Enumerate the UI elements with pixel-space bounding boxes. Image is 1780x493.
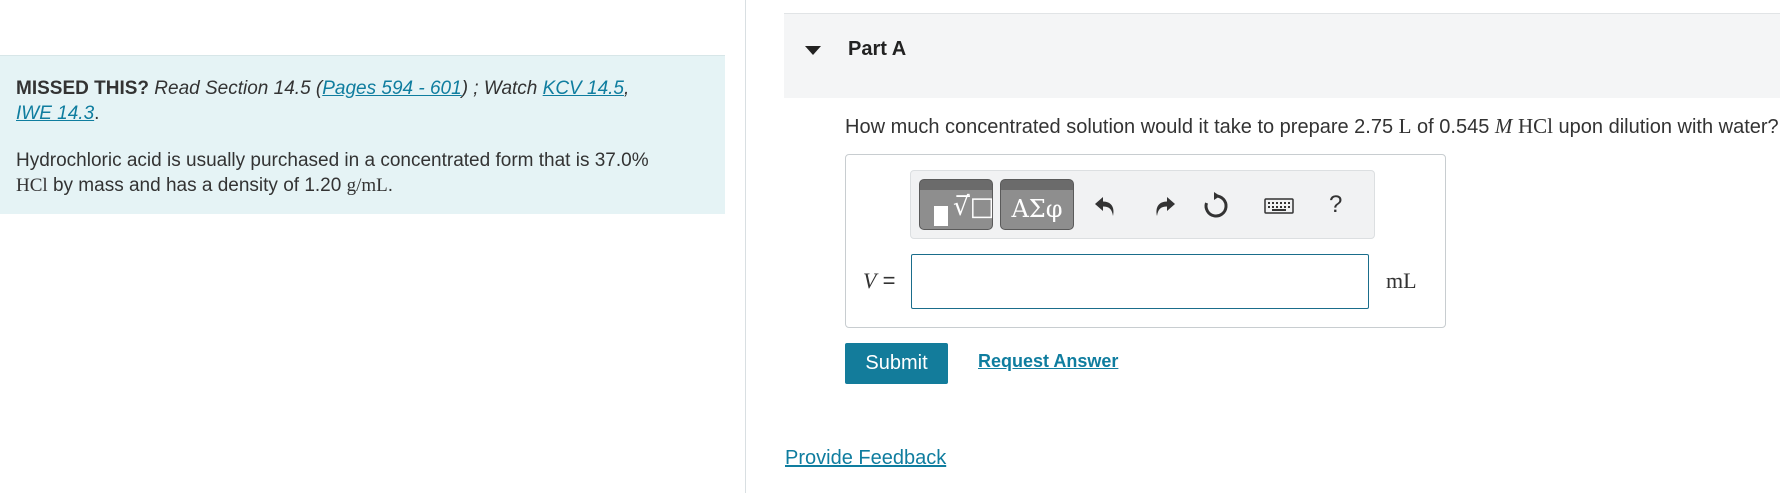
missed-this-label: MISSED THIS?	[16, 78, 150, 99]
hint-line: MISSED THIS? Read Section 14.5 (Pages 59…	[16, 76, 709, 126]
answer-unit: mL	[1386, 268, 1417, 293]
problem-text-1: Hydrochloric acid is usually purchased i…	[16, 150, 649, 171]
templates-button[interactable]: √̅□	[919, 179, 995, 230]
watch-text: ) ; Watch	[461, 78, 543, 99]
period: .	[94, 103, 100, 124]
kcv-link[interactable]: KCV 14.5	[543, 78, 624, 99]
redo-icon[interactable]	[1149, 191, 1179, 221]
column-divider	[745, 0, 746, 493]
provide-feedback-link[interactable]: Provide Feedback	[785, 447, 946, 470]
iwe-link[interactable]: IWE 14.3	[16, 103, 94, 124]
problem-hcl: HCl	[16, 175, 48, 196]
symbols-button[interactable]: ΑΣφ	[1000, 179, 1074, 230]
reset-icon[interactable]	[1201, 191, 1231, 221]
help-button[interactable]: ?	[1329, 191, 1342, 219]
hint-panel: MISSED THIS? Read Section 14.5 (Pages 59…	[0, 55, 725, 214]
question-part-1: How much concentrated solution would it …	[845, 116, 1399, 138]
question-part-3: upon dilution with water?	[1552, 116, 1779, 138]
problem-unit: g/mL	[346, 175, 388, 196]
math-toolbar: √̅□ ΑΣφ ?	[910, 170, 1375, 239]
template-block-icon	[934, 206, 948, 226]
radical-template-icon: √̅□	[953, 192, 995, 222]
equals-sign: =	[876, 268, 896, 293]
question-unit-l: L	[1398, 114, 1412, 138]
problem-end: .	[387, 175, 394, 196]
answer-box: √̅□ ΑΣφ ? V = mL	[845, 154, 1446, 328]
part-title: Part A	[848, 38, 907, 60]
question-hcl: HCl	[1517, 114, 1553, 138]
submit-button[interactable]: Submit	[845, 343, 948, 384]
caret-down-icon[interactable]	[805, 46, 821, 55]
comma: ,	[623, 78, 630, 99]
variable-v: V	[863, 268, 877, 293]
problem-statement: Hydrochloric acid is usually purchased i…	[16, 148, 709, 198]
request-answer-link[interactable]: Request Answer	[978, 351, 1118, 372]
question-text: How much concentrated solution would it …	[845, 114, 1779, 139]
pages-link[interactable]: Pages 594 - 601	[322, 78, 461, 99]
part-a-header[interactable]: Part A	[784, 13, 1780, 98]
keyboard-icon[interactable]	[1263, 191, 1295, 221]
question-molarity: M	[1494, 114, 1513, 138]
answer-input[interactable]	[911, 254, 1369, 309]
question-part-2: of 0.545	[1411, 116, 1495, 138]
undo-icon[interactable]	[1091, 191, 1121, 221]
read-section-text: Read Section 14.5 (	[154, 78, 323, 99]
problem-text-2: by mass and has a density of 1.20	[47, 175, 347, 196]
variable-label: V =	[863, 268, 895, 294]
